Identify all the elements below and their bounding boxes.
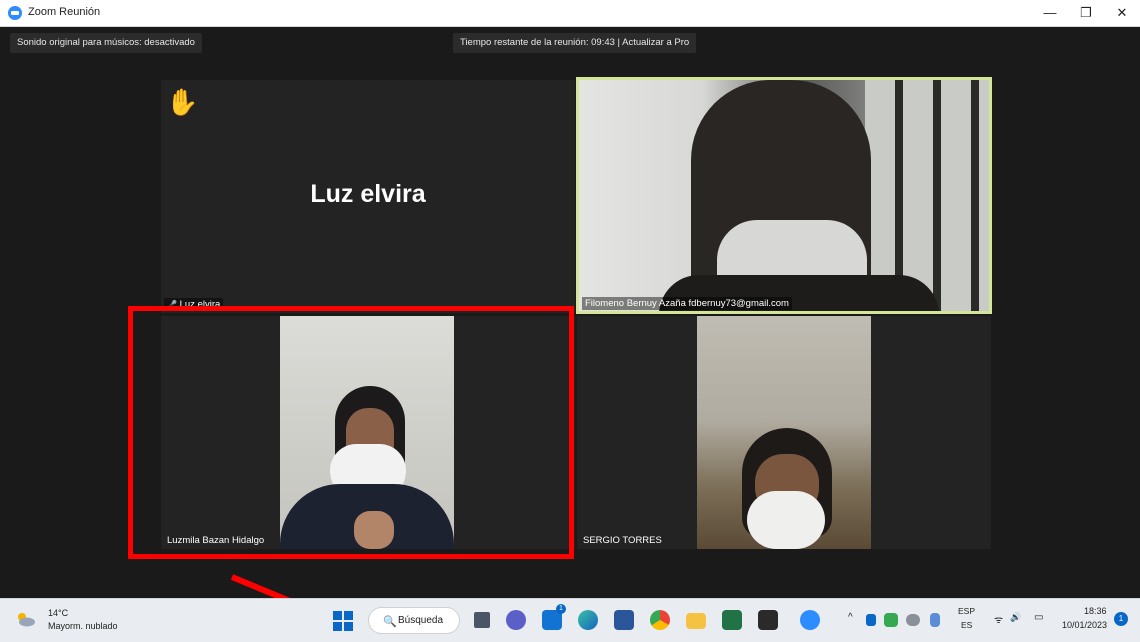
notification-badge[interactable]: 1 [1114, 612, 1128, 626]
store-icon[interactable] [758, 610, 778, 630]
onedrive-icon[interactable] [906, 614, 920, 626]
cloudy-weather-icon[interactable] [14, 611, 36, 627]
weather-temperature[interactable]: 14°C [48, 608, 68, 618]
edge-icon[interactable] [578, 610, 598, 630]
weather-description[interactable]: Mayorm. nublado [48, 621, 118, 631]
battery-icon[interactable]: ▭ [1034, 612, 1043, 623]
usb-icon[interactable] [930, 613, 940, 627]
excel-icon[interactable] [722, 610, 742, 630]
clock-time[interactable]: 18:36 [1084, 606, 1107, 616]
search-icon: 🔍 [383, 616, 397, 628]
zoom-icon[interactable] [800, 610, 820, 630]
windows-start-icon[interactable] [333, 611, 353, 631]
mail-icon[interactable]: 1 [542, 604, 566, 630]
clock-date[interactable]: 10/01/2023 [1062, 620, 1107, 630]
input-language[interactable]: ESP [958, 606, 975, 616]
tray-overflow-chevron[interactable]: ^ [848, 612, 853, 623]
teams-chat-icon[interactable] [506, 610, 526, 630]
tray-app-icon[interactable] [884, 613, 898, 627]
annotation-arrow [230, 574, 388, 641]
taskbar-search[interactable]: 🔍 Búsqueda [368, 607, 460, 634]
task-view-icon[interactable] [474, 612, 490, 628]
bluetooth-icon[interactable] [866, 614, 876, 626]
input-language-region[interactable]: ES [961, 620, 972, 630]
chrome-icon[interactable] [650, 610, 670, 630]
word-icon[interactable] [614, 610, 634, 630]
windows-taskbar: 14°C Mayorm. nublado 🔍 Búsqueda 1 ^ ESP … [0, 598, 1140, 642]
search-label: Búsqueda [398, 615, 444, 626]
file-explorer-icon[interactable] [686, 613, 706, 629]
wifi-icon[interactable]: ᯤ [994, 612, 1003, 626]
speaker-icon[interactable]: 🔊 [1010, 612, 1021, 623]
mail-badge: 1 [556, 604, 566, 614]
